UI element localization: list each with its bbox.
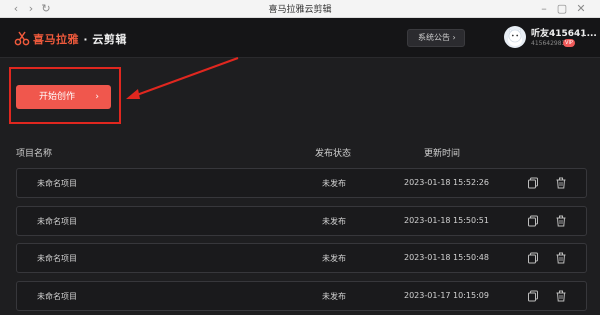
copy-icon[interactable] bbox=[527, 177, 539, 189]
app-logo[interactable]: 喜马拉雅 · 云剪辑 bbox=[33, 31, 127, 47]
table-row[interactable]: 未命名项目 未发布 2023-01-18 15:52:26 bbox=[16, 168, 587, 198]
trash-icon[interactable] bbox=[555, 215, 567, 227]
trash-icon[interactable] bbox=[555, 290, 567, 302]
chevron-down-icon[interactable]: ⌄ bbox=[580, 31, 586, 39]
publish-status: 未发布 bbox=[322, 179, 346, 188]
avatar[interactable] bbox=[504, 26, 526, 48]
copy-icon[interactable] bbox=[527, 290, 539, 302]
publish-status: 未发布 bbox=[322, 254, 346, 263]
close-icon[interactable]: ✕ bbox=[575, 3, 587, 15]
window-titlebar: ‹ › ↻ 喜马拉雅云剪辑 – ▢ ✕ bbox=[0, 0, 600, 18]
trash-icon[interactable] bbox=[555, 252, 567, 264]
update-time: 2023-01-18 15:50:51 bbox=[404, 216, 489, 225]
publish-status: 未发布 bbox=[322, 217, 346, 226]
chevron-right-icon: › bbox=[95, 92, 99, 102]
update-time: 2023-01-17 10:15:09 bbox=[404, 291, 489, 300]
start-creating-button[interactable]: 开始创作 › bbox=[16, 85, 111, 109]
copy-icon[interactable] bbox=[527, 252, 539, 264]
column-header-time: 更新时间 bbox=[424, 149, 461, 159]
publish-status: 未发布 bbox=[322, 292, 346, 301]
update-time: 2023-01-18 15:52:26 bbox=[404, 178, 489, 187]
user-name[interactable]: 听友415641... bbox=[531, 26, 597, 39]
table-row[interactable]: 未命名项目 未发布 2023-01-18 15:50:51 bbox=[16, 206, 587, 236]
system-notice-button[interactable]: 系统公告 › bbox=[407, 29, 465, 47]
table-row[interactable]: 未命名项目 未发布 2023-01-18 15:50:48 bbox=[16, 243, 587, 273]
update-time: 2023-01-18 15:50:48 bbox=[404, 253, 489, 262]
trash-icon[interactable] bbox=[555, 177, 567, 189]
column-header-status: 发布状态 bbox=[315, 149, 352, 159]
minimize-icon[interactable]: – bbox=[538, 3, 550, 15]
table-row[interactable]: 未命名项目 未发布 2023-01-17 10:15:09 bbox=[16, 281, 587, 311]
copy-icon[interactable] bbox=[527, 215, 539, 227]
vip-badge: VIP bbox=[563, 39, 575, 47]
scissors-icon bbox=[14, 31, 30, 46]
project-name: 未命名项目 bbox=[37, 179, 77, 188]
project-name: 未命名项目 bbox=[37, 254, 77, 263]
column-header-name: 项目名称 bbox=[16, 149, 53, 159]
project-name: 未命名项目 bbox=[37, 217, 77, 226]
maximize-icon[interactable]: ▢ bbox=[556, 3, 568, 15]
user-id: 415642983 bbox=[531, 40, 566, 47]
project-name: 未命名项目 bbox=[37, 292, 77, 301]
window-title: 喜马拉雅云剪辑 bbox=[268, 5, 332, 15]
